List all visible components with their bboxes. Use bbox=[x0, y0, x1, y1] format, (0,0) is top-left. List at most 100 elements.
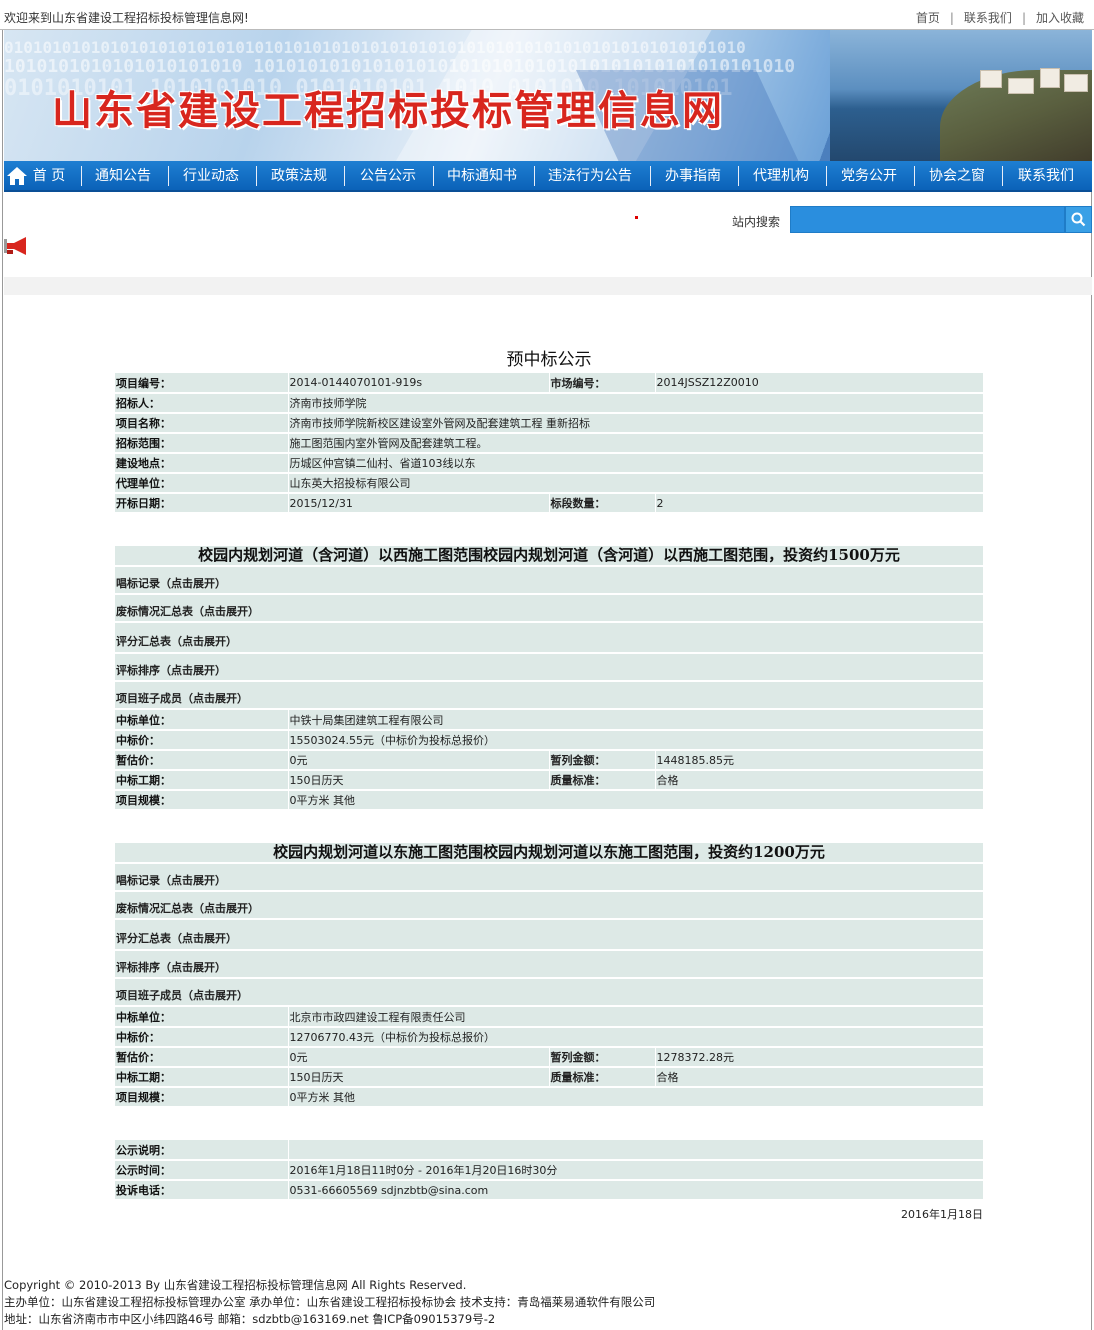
open-date-value: 2015/12/31 bbox=[287, 493, 549, 514]
info-row-open-date: 开标日期： 2015/12/31 标段数量： 2 bbox=[115, 493, 983, 514]
complaint-phone-label: 投诉电话： bbox=[115, 1180, 288, 1201]
tenderer-label: 招标人： bbox=[115, 393, 288, 414]
period-label: 中标工期： bbox=[115, 770, 288, 791]
expander-score-summary-1[interactable]: 评分汇总表（点击展开） bbox=[115, 623, 983, 654]
footer-address: 地址：山东省济南市市中区小纬四路46号 邮箱：sdzbtb@163169.net… bbox=[4, 1312, 496, 1326]
nav-association[interactable]: 协会之窗 bbox=[918, 161, 996, 192]
expander-ranking-2[interactable]: 评标排序（点击展开） bbox=[115, 951, 983, 979]
estimate-value: 0元 bbox=[287, 1047, 549, 1068]
publicity-row-time: 公示时间： 2016年1月18日11时0分 - 2016年1月20日16时30分 bbox=[115, 1160, 983, 1181]
award-row-price: 中标价： 12706770.43元（中标价为投标总报价） bbox=[115, 1027, 983, 1048]
market-code-label: 市场编号： bbox=[548, 373, 655, 394]
complaint-phone-value: 0531-66605569 sdjnzbtb@sina.com bbox=[287, 1180, 983, 1201]
expander-rejected-bids-1[interactable]: 废标情况汇总表（点击展开） bbox=[115, 595, 983, 623]
location-label: 建设地点： bbox=[115, 453, 288, 474]
period-value: 150日历天 bbox=[287, 1067, 549, 1088]
megaphone-icon bbox=[4, 237, 26, 255]
expander-ranking-1[interactable]: 评标排序（点击展开） bbox=[115, 654, 983, 682]
expander-score-summary-2[interactable]: 评分汇总表（点击展开） bbox=[115, 920, 983, 951]
nav-contact[interactable]: 联系我们 bbox=[1006, 161, 1086, 192]
price-label: 中标价： bbox=[115, 730, 288, 751]
footer-copyright: Copyright © 2010-2013 By 山东省建设工程招标投标管理信息… bbox=[4, 1278, 467, 1292]
project-code-value: 2014-0144070101-919s bbox=[287, 373, 549, 394]
nav-home[interactable]: 首 页 bbox=[26, 161, 72, 192]
expander-team-members-1[interactable]: 项目班子成员（点击展开） bbox=[115, 682, 983, 710]
info-row-scope: 招标范围： 施工图范围内室外管网及配套建筑工程。 bbox=[115, 433, 983, 454]
publicity-time-value: 2016年1月18日11时0分 - 2016年1月20日16时30分 bbox=[287, 1160, 983, 1181]
award-row-price: 中标价： 15503024.55元（中标价为投标总报价） bbox=[115, 730, 984, 751]
publicity-note-value bbox=[287, 1140, 983, 1161]
expander-bid-record-1[interactable]: 唱标记录（点击展开） bbox=[115, 567, 983, 595]
award-table-2: 中标单位： 北京市市政四建设工程有限责任公司 中标价： 12706770.43元… bbox=[115, 1007, 983, 1108]
project-info-table: 项目编号： 2014-0144070101-919s 市场编号： 2014JSS… bbox=[115, 373, 983, 514]
nav-guide[interactable]: 办事指南 bbox=[654, 161, 732, 192]
page-title: 预中标公示 bbox=[506, 350, 592, 370]
quality-label: 质量标准： bbox=[548, 770, 655, 791]
info-row-agent: 代理单位： 山东英大招投标有限公司 bbox=[115, 473, 983, 494]
agent-value: 山东英大招投标有限公司 bbox=[287, 473, 983, 494]
publicity-row-complaint: 投诉电话： 0531-66605569 sdjnzbtb@sina.com bbox=[115, 1180, 983, 1201]
search-button[interactable] bbox=[1065, 206, 1092, 233]
nav-agencies[interactable]: 代理机构 bbox=[742, 161, 820, 192]
nav-policies[interactable]: 政策法规 bbox=[260, 161, 338, 192]
provisional-label: 暂列金额： bbox=[548, 1047, 655, 1068]
estimate-label: 暂估价： bbox=[115, 750, 288, 771]
nav-industry-news[interactable]: 行业动态 bbox=[172, 161, 250, 192]
coastal-photo bbox=[830, 30, 1092, 161]
nav-notices[interactable]: 通知公告 bbox=[84, 161, 162, 192]
welcome-text: 欢迎来到山东省建设工程招标投标管理信息网! bbox=[4, 11, 249, 25]
award-table-1: 中标单位： 中铁十局集团建筑工程有限公司 中标价： 15503024.55元（中… bbox=[115, 710, 984, 811]
publicity-time-label: 公示时间： bbox=[115, 1160, 288, 1181]
notice-content: 预中标公示 项目编号： 2014-0144070101-919s 市场编号： 2… bbox=[115, 345, 984, 1225]
search-label: 站内搜索 bbox=[732, 215, 781, 229]
award-row-period: 中标工期： 150日历天 质量标准： 合格 bbox=[115, 770, 984, 791]
lot-section-2: 校园内规划河道以东施工图范围校园内规划河道以东施工图范围，投资约1200万元 唱… bbox=[115, 843, 983, 1108]
search-input[interactable] bbox=[790, 206, 1065, 233]
scale-value: 0平方米 其他 bbox=[287, 790, 984, 811]
scale-label: 项目规模： bbox=[115, 1087, 288, 1108]
top-link-favorite[interactable]: 加入收藏 bbox=[1036, 11, 1084, 25]
market-code-value: 2014JSSZ12Z0010 bbox=[654, 373, 983, 394]
award-row-scale: 项目规模： 0平方米 其他 bbox=[115, 790, 984, 811]
red-dot bbox=[635, 216, 638, 219]
info-row-code: 项目编号： 2014-0144070101-919s 市场编号： 2014JSS… bbox=[115, 373, 983, 394]
top-link-contact[interactable]: 联系我们 bbox=[964, 11, 1012, 25]
lot-section-1: 校园内规划河道（含河道）以西施工图范围校园内规划河道（含河道）以西施工图范围，投… bbox=[115, 546, 984, 811]
award-row-winner: 中标单位： 北京市市政四建设工程有限责任公司 bbox=[115, 1007, 983, 1028]
provisional-value: 1278372.28元 bbox=[654, 1047, 983, 1068]
price-value: 12706770.43元（中标价为投标总报价） bbox=[287, 1027, 983, 1048]
provisional-value: 1448185.85元 bbox=[654, 750, 984, 771]
project-name-label: 项目名称： bbox=[115, 413, 288, 434]
nav-party-affairs[interactable]: 党务公开 bbox=[830, 161, 908, 192]
top-bar: 欢迎来到山东省建设工程招标投标管理信息网! 首页 | 联系我们 | 加入收藏 bbox=[0, 0, 1094, 30]
gray-band bbox=[4, 277, 1092, 295]
home-icon[interactable] bbox=[6, 166, 28, 186]
expander-team-members-2[interactable]: 项目班子成员（点击展开） bbox=[115, 979, 983, 1007]
nav-violations[interactable]: 违法行为公告 bbox=[538, 161, 642, 192]
scope-label: 招标范围： bbox=[115, 433, 288, 454]
winner-label: 中标单位： bbox=[115, 1007, 288, 1028]
lot-title-1: 校园内规划河道（含河道）以西施工图范围校园内规划河道（含河道）以西施工图范围，投… bbox=[115, 546, 983, 567]
price-value: 15503024.55元（中标价为投标总报价） bbox=[287, 730, 984, 751]
expander-bid-record-2[interactable]: 唱标记录（点击展开） bbox=[115, 864, 983, 892]
expander-rejected-bids-2[interactable]: 废标情况汇总表（点击展开） bbox=[115, 892, 983, 920]
quality-value: 合格 bbox=[654, 1067, 983, 1088]
footer: Copyright © 2010-2013 By 山东省建设工程招标投标管理信息… bbox=[4, 1277, 655, 1328]
open-date-label: 开标日期： bbox=[115, 493, 288, 514]
award-row-winner: 中标单位： 中铁十局集团建筑工程有限公司 bbox=[115, 710, 984, 731]
nav-award-notices[interactable]: 中标通知书 bbox=[436, 161, 528, 192]
provisional-label: 暂列金额： bbox=[548, 750, 655, 771]
quality-value: 合格 bbox=[654, 770, 984, 791]
info-row-tenderer: 招标人： 济南市技师学院 bbox=[115, 393, 983, 414]
winner-label: 中标单位： bbox=[115, 710, 288, 731]
publish-date: 2016年1月18日 bbox=[901, 1208, 983, 1221]
scope-value: 施工图范围内室外管网及配套建筑工程。 bbox=[287, 433, 983, 454]
top-link-home[interactable]: 首页 bbox=[916, 11, 940, 25]
top-links: 首页 | 联系我们 | 加入收藏 bbox=[915, 11, 1084, 25]
publicity-row-note: 公示说明： bbox=[115, 1140, 983, 1161]
lot-title-2: 校园内规划河道以东施工图范围校园内规划河道以东施工图范围，投资约1200万元 bbox=[115, 843, 983, 864]
period-label: 中标工期： bbox=[115, 1067, 288, 1088]
agent-label: 代理单位： bbox=[115, 473, 288, 494]
search-icon bbox=[1071, 212, 1086, 227]
nav-announcements[interactable]: 公告公示 bbox=[348, 161, 428, 192]
